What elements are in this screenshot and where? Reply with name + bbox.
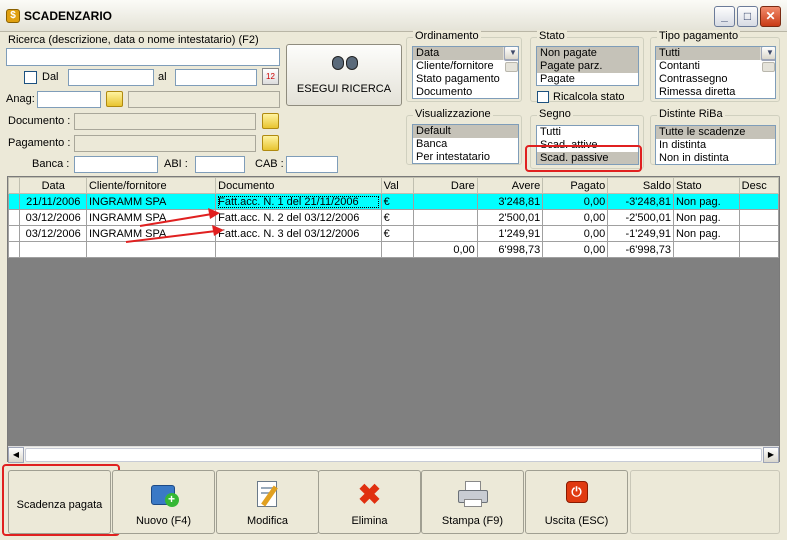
stampa-button[interactable]: Stampa (F9): [421, 470, 524, 534]
modifica-label: Modifica: [247, 515, 288, 527]
delete-icon: ✖: [357, 479, 382, 510]
power-icon: ⏻: [565, 481, 588, 503]
new-document-icon: +: [149, 481, 179, 507]
nuovo-button[interactable]: + Nuovo (F4): [112, 470, 215, 534]
elimina-label: Elimina: [351, 515, 388, 527]
elimina-button[interactable]: ✖ Elimina: [318, 470, 421, 534]
toolbar-spacer: [630, 470, 780, 534]
printer-icon: [457, 481, 488, 507]
nuovo-label: Nuovo (F4): [135, 515, 192, 527]
edit-document-icon: [255, 481, 281, 509]
uscita-button[interactable]: ⏻ Uscita (ESC): [525, 470, 628, 534]
annotation-box-scadenza: [2, 464, 120, 536]
modifica-button[interactable]: Modifica: [216, 470, 319, 534]
uscita-label: Uscita (ESC): [544, 515, 609, 527]
stampa-label: Stampa (F9): [441, 515, 504, 527]
annotation-arrows: [125, 208, 224, 243]
